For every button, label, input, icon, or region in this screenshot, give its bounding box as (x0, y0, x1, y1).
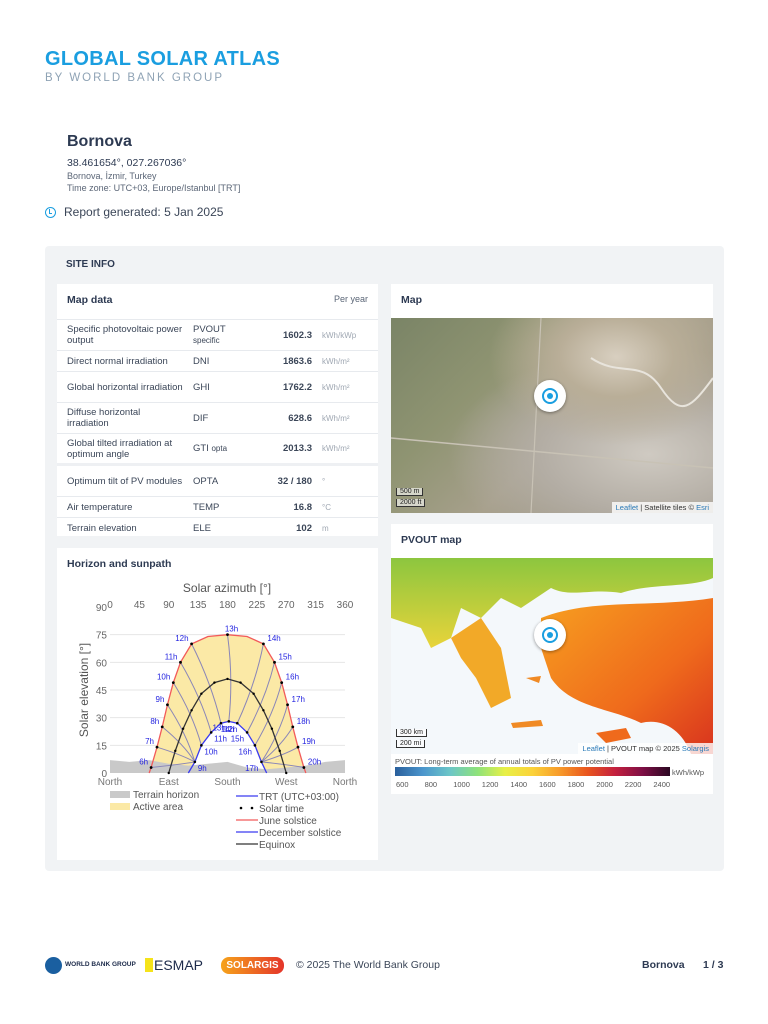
solar-time-point (190, 642, 193, 646)
x-tick: 315 (307, 600, 324, 611)
y-tick: 45 (96, 686, 108, 697)
solar-time-point (262, 642, 265, 646)
solar-time-point (262, 709, 265, 712)
solar-time-point (149, 766, 153, 769)
hour-label: 15h (231, 734, 244, 743)
solar-time-point (171, 681, 175, 685)
hour-label: 10h (204, 747, 217, 756)
y-tick: 90 (96, 603, 108, 614)
x-direction-label: East (159, 777, 179, 788)
x-direction-label: West (275, 777, 298, 788)
esmap-logo: ESMAP (145, 958, 203, 972)
x-tick: 135 (190, 600, 207, 611)
y-tick: 60 (96, 658, 108, 669)
solar-time-point (179, 660, 182, 664)
wbg-logo-text: WORLD BANK GROUP (65, 961, 136, 968)
hour-label: 11h (214, 734, 227, 743)
legend-label: December solstice (259, 828, 342, 839)
legend-swatch-active (110, 803, 130, 810)
solar-time-point (280, 681, 284, 685)
legend-label: June solstice (259, 816, 317, 827)
hour-label: 16h (286, 673, 299, 682)
solar-time-point (285, 771, 288, 775)
hour-label: 16h (239, 747, 252, 756)
footer-site: Bornova (642, 959, 685, 971)
solar-time-point (226, 633, 229, 637)
hour-label: 19h (302, 737, 315, 746)
solar-time-point (291, 725, 295, 729)
hour-label: 7h (145, 737, 154, 746)
hour-label: 17h (245, 764, 258, 773)
hour-label: 9h (156, 695, 165, 704)
sunpath-chart: 0153045607590 0 45 90 135 180 225 270 315 360Nort… (77, 581, 357, 851)
solar-time-point (181, 727, 185, 730)
solar-time-point (252, 692, 255, 695)
hour-label: 20h (308, 757, 321, 766)
x-tick: 180 (219, 600, 236, 611)
y-tick: 30 (96, 714, 108, 725)
solar-time-point (296, 745, 300, 749)
solargis-logo: SOLARGIS (221, 957, 284, 974)
solar-time-point (273, 660, 276, 664)
solar-time-point (213, 681, 216, 684)
solar-time-point (286, 703, 289, 707)
x-tick: 90 (163, 600, 175, 611)
hour-label: 10h (157, 673, 170, 682)
solar-time-point (239, 681, 242, 684)
solar-time-point (193, 760, 197, 764)
hour-label: 6h (139, 757, 148, 766)
hour-label: 18h (297, 717, 310, 726)
legend-label: Terrain horizon (133, 790, 199, 801)
solar-time-point (167, 771, 170, 775)
solar-time-point (270, 727, 274, 730)
hour-label: 11h (165, 652, 178, 661)
chart-title: Solar azimuth [°] (183, 581, 271, 595)
solar-time-point (235, 721, 239, 725)
legend-dot (239, 806, 243, 810)
solar-time-point (155, 745, 159, 749)
x-tick: 270 (278, 600, 295, 611)
y-axis-label: Solar elevation [°] (77, 643, 91, 737)
hour-label: 15h (279, 652, 292, 661)
x-tick: 360 (337, 600, 354, 611)
hour-label: 12h (175, 634, 188, 643)
hour-label: 8h (150, 717, 159, 726)
legend-swatch-terrain (110, 791, 130, 798)
solar-time-point (245, 731, 249, 734)
solar-time-point (160, 725, 164, 729)
x-direction-label: North (98, 777, 122, 788)
hour-label: 14h (221, 725, 234, 734)
solar-time-point (260, 760, 263, 764)
copyright: © 2025 The World Bank Group (296, 959, 440, 971)
x-tick: 45 (134, 600, 146, 611)
x-direction-label: South (214, 777, 240, 788)
legend-label: Solar time (259, 804, 304, 815)
solar-time-point (253, 744, 257, 747)
world-bank-logo-icon (45, 957, 62, 974)
solar-time-point (200, 744, 203, 747)
hour-label: 14h (267, 634, 280, 643)
y-tick: 75 (96, 631, 108, 642)
solar-time-point (166, 703, 169, 707)
legend-label: TRT (UTC+03:00) (259, 792, 339, 803)
legend-dot (250, 806, 254, 810)
y-tick: 15 (96, 741, 108, 752)
x-direction-label: North (333, 777, 357, 788)
x-tick: 0 (107, 600, 113, 611)
solar-time-point (174, 749, 177, 753)
solar-time-point (227, 720, 231, 723)
solar-time-point (200, 692, 203, 695)
page-number: 1 / 3 (703, 959, 724, 971)
x-tick: 225 (249, 600, 266, 611)
solar-time-point (190, 709, 193, 712)
solar-time-point (226, 677, 229, 681)
solar-time-point (278, 749, 281, 753)
legend-label: Equinox (259, 840, 295, 851)
hour-label: 13h (225, 625, 238, 634)
hour-label: 17h (292, 695, 305, 704)
solar-time-point (302, 766, 306, 769)
hour-label: 9h (198, 764, 207, 773)
legend-label: Active area (133, 802, 183, 813)
